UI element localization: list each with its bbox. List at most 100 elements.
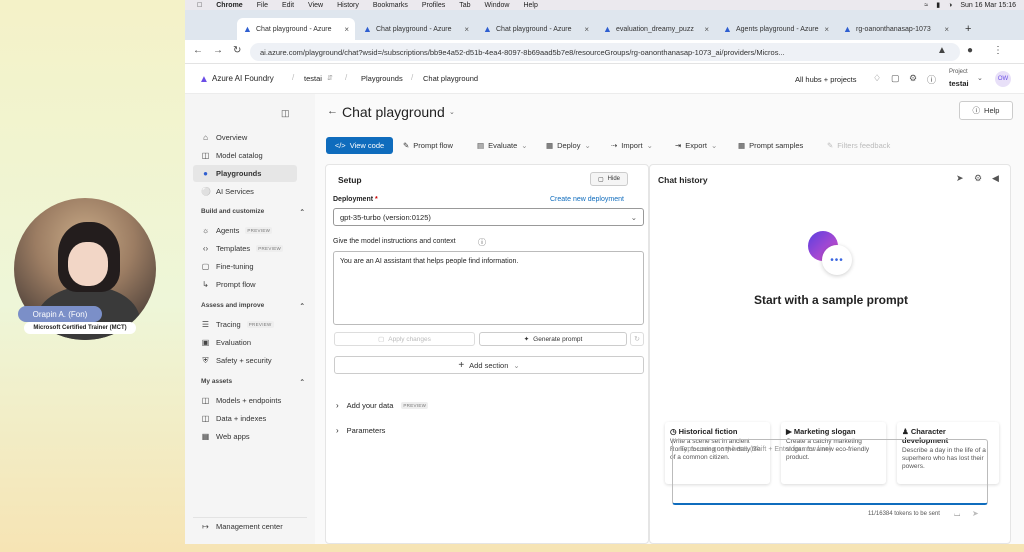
evaluate-button[interactable]: ▤ Evaluate ⌄ xyxy=(477,137,528,154)
app-name[interactable]: Azure AI Foundry xyxy=(212,74,274,83)
sidebar-item-prompt-flow[interactable]: ↳ Prompt flow xyxy=(193,276,297,293)
menu-view[interactable]: View xyxy=(308,2,323,9)
sidebar-item-ai-services[interactable]: ⚪ AI Services xyxy=(193,183,297,200)
back-icon[interactable]: ← xyxy=(193,45,203,56)
clear-chat-icon[interactable]: ➤ xyxy=(956,173,964,184)
sidebar-item-web-apps[interactable]: ▦ Web apps xyxy=(193,428,297,445)
page-title: Chat playground xyxy=(342,104,445,120)
settings-icon[interactable]: ⚙ xyxy=(974,173,982,184)
menu-bookmarks[interactable]: Bookmarks xyxy=(373,2,408,9)
section-build[interactable]: Build and customize ⌃ xyxy=(201,208,305,216)
prompt-samples-button[interactable]: ▦ Prompt samples xyxy=(738,137,803,154)
all-hubs-link[interactable]: All hubs + projects xyxy=(795,75,857,84)
filters-feedback-button[interactable]: ✎ Filters feedback xyxy=(827,137,890,154)
sidebar-item-model-catalog[interactable]: ◫ Model catalog xyxy=(193,147,297,164)
chevron-down-icon[interactable]: ⌄ xyxy=(449,108,455,116)
parameters-expander[interactable]: › Parameters xyxy=(336,426,385,435)
add-section-button[interactable]: + Add section ⌄ xyxy=(334,356,644,374)
deploy-button[interactable]: ▦ Deploy ⌄ xyxy=(546,137,591,154)
sidebar-item-evaluation[interactable]: ▣ Evaluation xyxy=(193,334,297,351)
chevron-icon[interactable]: ⇵ xyxy=(327,74,333,82)
browser-tab-2[interactable]: ▲ Chat playground - Azure × xyxy=(357,18,475,40)
control-center-icon[interactable]: ◑ xyxy=(948,2,952,9)
bell-icon[interactable]: ♢ xyxy=(873,73,881,84)
new-tab-button[interactable]: + xyxy=(959,18,979,40)
avatar[interactable]: OW xyxy=(995,71,1011,87)
collapse-sidebar-icon[interactable]: ◫ xyxy=(281,108,290,119)
browser-tab-6[interactable]: ▲ rg-oanonthanasap-1073 × xyxy=(837,18,955,40)
close-icon[interactable]: × xyxy=(584,25,589,34)
refresh-button[interactable]: ↻ xyxy=(630,332,644,346)
menu-edit[interactable]: Edit xyxy=(282,2,294,9)
menu-chrome[interactable]: Chrome xyxy=(216,2,242,9)
profile-icon[interactable]: ● xyxy=(967,45,973,56)
breadcrumb-project[interactable]: testai xyxy=(304,74,322,83)
microphone-icon[interactable]: ⌴ xyxy=(954,509,960,519)
apple-icon[interactable]:  xyxy=(197,2,202,9)
back-arrow-icon[interactable]: ← xyxy=(327,105,338,117)
reload-icon[interactable]: ↻ xyxy=(233,45,241,56)
sidebar-item-models-endpoints[interactable]: ◫ Models + endpoints xyxy=(193,392,297,409)
apply-changes-button[interactable]: ▢ Apply changes xyxy=(334,332,475,346)
sidebar-item-templates[interactable]: ‹› Templates PREVIEW xyxy=(193,240,297,257)
create-deployment-link[interactable]: Create new deployment xyxy=(550,196,624,203)
prompt-flow-button[interactable]: ✎ Prompt flow xyxy=(403,137,453,154)
sidebar-item-agents[interactable]: ☼ Agents PREVIEW xyxy=(193,222,297,239)
settings-icon[interactable]: ⚙ xyxy=(909,73,917,84)
help-circle-icon[interactable]: ⓘ xyxy=(927,73,936,86)
help-button[interactable]: ⓘ Help xyxy=(959,101,1013,120)
export-button[interactable]: ⇥ Export ⌄ xyxy=(675,137,717,154)
browser-tab-3[interactable]: ▲ Chat playground - Azure × xyxy=(477,18,595,40)
hide-button[interactable]: ▢ Hide xyxy=(590,172,628,186)
import-button[interactable]: ⇢ Import ⌄ xyxy=(611,137,653,154)
wifi-icon[interactable]: ≈ xyxy=(924,2,928,9)
section-assess[interactable]: Assess and improve ⌃ xyxy=(201,302,305,310)
hide-icon: ▢ xyxy=(597,176,604,183)
browser-tab-1[interactable]: ▲ Chat playground - Azure × xyxy=(237,18,355,40)
extensions-icon[interactable]: ▲ xyxy=(937,45,947,56)
sidebar-item-safety[interactable]: ⛨ Safety + security xyxy=(193,352,297,369)
close-icon[interactable]: × xyxy=(344,25,349,34)
sidebar-item-overview[interactable]: ⌂ Overview xyxy=(193,129,297,146)
generate-prompt-button[interactable]: ✦ Generate prompt xyxy=(479,332,627,346)
menu-file[interactable]: File xyxy=(257,2,268,9)
feedback-icon[interactable]: ▢ xyxy=(891,73,900,84)
sidebar-item-playgrounds[interactable]: ● Playgrounds xyxy=(193,165,297,182)
system-message-textarea[interactable]: You are an AI assistant that helps peopl… xyxy=(333,251,644,325)
view-code-button[interactable]: </> View code xyxy=(326,137,393,154)
sidebar-item-tracing[interactable]: ☰ Tracing PREVIEW xyxy=(193,316,297,333)
battery-icon[interactable]: ▮ xyxy=(936,1,940,9)
section-my-assets[interactable]: My assets ⌃ xyxy=(201,378,305,386)
management-center-link[interactable]: ↦ Management center xyxy=(193,517,307,534)
forward-icon[interactable]: → xyxy=(213,45,223,56)
sidebar-item-data-indexes[interactable]: ◫ Data + indexes xyxy=(193,410,297,427)
deployment-select[interactable]: gpt-35-turbo (version:0125) ⌄ xyxy=(333,208,644,226)
browser-tab-4[interactable]: ▲ evaluation_dreamy_puzz × xyxy=(597,18,715,40)
close-icon[interactable]: × xyxy=(824,25,829,34)
breadcrumb-playgrounds[interactable]: Playgrounds xyxy=(361,74,403,83)
menubar-datetime[interactable]: Sun 16 Mar 15:16 xyxy=(960,2,1016,9)
info-icon[interactable]: ⓘ xyxy=(478,237,486,248)
add-your-data-expander[interactable]: › Add your data PREVIEW xyxy=(336,401,429,410)
menu-help[interactable]: Help xyxy=(523,2,537,9)
chevron-down-icon: ⌄ xyxy=(521,141,528,150)
chevron-down-icon[interactable]: ⌄ xyxy=(977,74,983,82)
browser-menu-icon[interactable]: ⋮ xyxy=(993,45,1003,56)
close-icon[interactable]: × xyxy=(704,25,709,34)
close-icon[interactable]: × xyxy=(464,25,469,34)
menu-window[interactable]: Window xyxy=(485,2,510,9)
menu-tab[interactable]: Tab xyxy=(459,2,470,9)
sidebar-item-fine-tuning[interactable]: ▢ Fine-tuning xyxy=(193,258,297,275)
send-icon[interactable]: ➤ xyxy=(972,509,979,518)
url-input[interactable]: ai.azure.com/playground/chat?wsid=/subsc… xyxy=(250,43,960,61)
menu-history[interactable]: History xyxy=(337,2,359,9)
menu-profiles[interactable]: Profiles xyxy=(422,2,445,9)
chat-input[interactable]: Type user query here. (Shift + Enter for… xyxy=(672,439,988,505)
browser-tab-5[interactable]: ▲ Agents playground - Azure × xyxy=(717,18,835,40)
project-name[interactable]: testai xyxy=(949,79,969,88)
close-icon[interactable]: × xyxy=(944,25,949,34)
deployment-label: Deployment * xyxy=(333,196,378,203)
export-icon: ⇥ xyxy=(675,141,682,150)
catalog-icon: ◫ xyxy=(201,151,210,160)
speaker-icon[interactable]: ◀ xyxy=(992,173,999,184)
